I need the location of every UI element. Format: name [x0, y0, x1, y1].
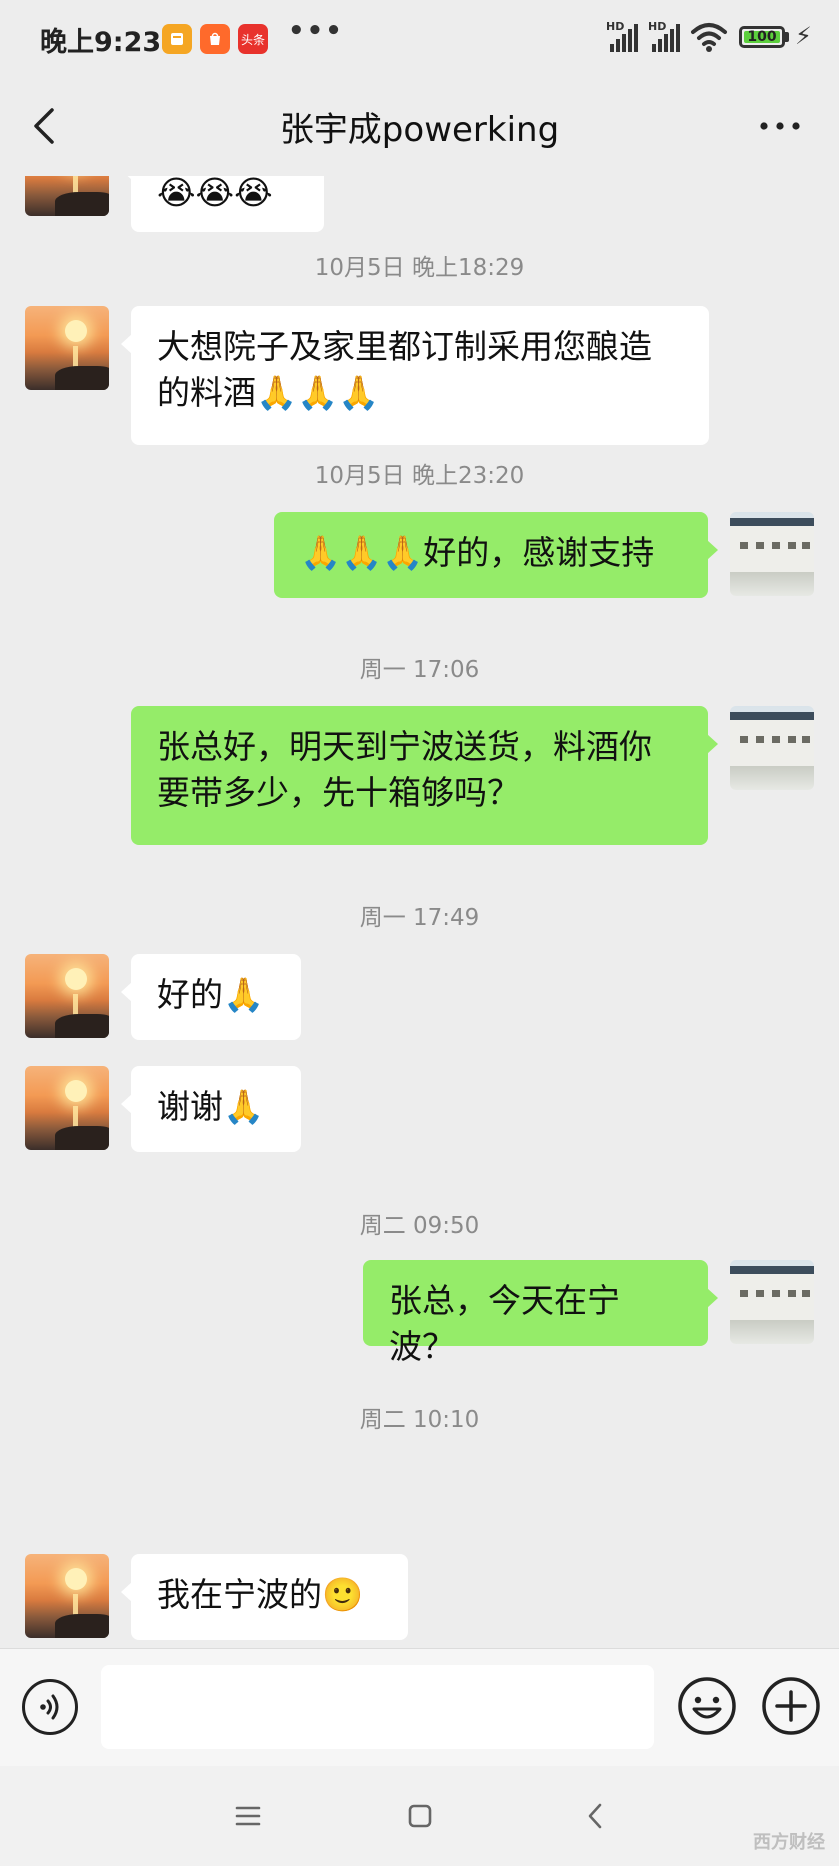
- contact-avatar[interactable]: [25, 176, 109, 216]
- user-avatar[interactable]: [730, 706, 814, 790]
- message-timestamp: 周一 17:06: [359, 657, 480, 683]
- message-bubble-received[interactable]: 😭😭😭: [121, 176, 324, 232]
- message-bubble-sent[interactable]: 🙏🙏🙏好的，感谢支持: [274, 512, 718, 598]
- message-timestamp: 10月5日 晚上23:20: [314, 463, 525, 489]
- notes-app-icon: [162, 24, 192, 54]
- home-icon[interactable]: [400, 1796, 440, 1836]
- message-input[interactable]: [101, 1665, 654, 1749]
- message-bubble-received[interactable]: 好的🙏: [121, 954, 301, 1040]
- news-app-icon: 头条: [238, 24, 268, 54]
- contact-avatar[interactable]: [25, 306, 109, 390]
- plus-button[interactable]: [760, 1675, 822, 1737]
- message-bubble-received[interactable]: 我在宁波的🙂: [121, 1554, 408, 1640]
- user-avatar[interactable]: [730, 512, 814, 596]
- chat-title: 张宇成powerking: [279, 110, 560, 150]
- wifi-icon: [691, 23, 727, 52]
- chat-header: 张宇成powerking: [0, 76, 839, 176]
- emoji-button[interactable]: [676, 1675, 738, 1737]
- contact-avatar[interactable]: [25, 1554, 109, 1638]
- input-bar: [0, 1648, 839, 1767]
- message-bubble-received[interactable]: 谢谢🙏: [121, 1066, 301, 1152]
- message-timestamp: 10月5日 晚上18:29: [314, 255, 525, 281]
- user-avatar[interactable]: [730, 1260, 814, 1344]
- status-time: 晚上9:23: [40, 27, 162, 58]
- contact-avatar[interactable]: [25, 1066, 109, 1150]
- voice-icon: [40, 1694, 59, 1720]
- watermark: 西方财经: [753, 1832, 825, 1853]
- menu-icon[interactable]: [228, 1796, 268, 1836]
- more-button[interactable]: [756, 106, 804, 146]
- battery-icon: 100: [739, 26, 785, 48]
- plus-icon: [762, 1677, 820, 1735]
- message-bubble-received[interactable]: 大想院子及家里都订制采用您酿造的料酒🙏🙏🙏: [121, 306, 709, 445]
- message-timestamp: 周二 09:50: [359, 1213, 480, 1239]
- battery-level: 100: [747, 29, 777, 45]
- message-bubble-sent[interactable]: 张总好，明天到宁波送货，料酒你要带多少，先十箱够吗？: [131, 706, 718, 845]
- signal-2-label: HD: [648, 20, 667, 33]
- message-timestamp: 周二 10:10: [359, 1407, 480, 1433]
- status-bar: 晚上9:23 头条 ••• HD HD 100 ⚡: [0, 0, 839, 76]
- voice-button[interactable]: [22, 1679, 78, 1735]
- signal-2-icon: HD: [648, 20, 684, 52]
- message-bubble-sent[interactable]: 张总，今天在宁波？: [363, 1260, 718, 1366]
- back-nav-icon[interactable]: [576, 1796, 616, 1836]
- signal-1-icon: HD: [606, 20, 642, 52]
- system-navigation-bar: 西方财经: [0, 1766, 839, 1866]
- status-more-icon: •••: [288, 16, 344, 46]
- charging-icon: ⚡: [795, 22, 812, 50]
- ellipsis-icon: [760, 122, 800, 130]
- emoji-icon: [678, 1677, 736, 1735]
- shopping-app-icon: [200, 24, 230, 54]
- chat-messages[interactable]: 😭😭😭 10月5日 晚上18:29 大想院子及家里都订制采用您酿造的料酒🙏🙏🙏 …: [0, 176, 839, 1648]
- message-timestamp: 周一 17:49: [359, 905, 480, 931]
- signal-1-label: HD: [606, 20, 625, 33]
- contact-avatar[interactable]: [25, 954, 109, 1038]
